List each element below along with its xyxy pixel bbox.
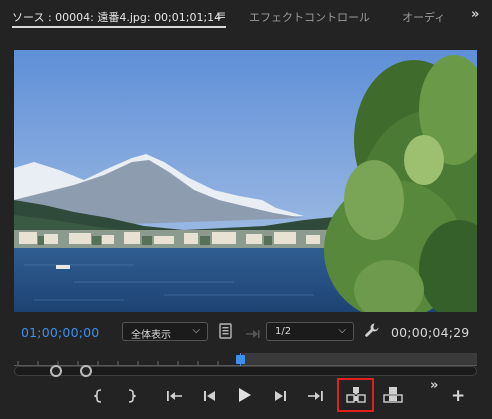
tab-effect-controls[interactable]: エフェクトコントロール [249, 9, 370, 25]
go-to-out-icon[interactable] [306, 388, 324, 407]
duration-timecode: 00;00;04;29 [391, 325, 470, 340]
panel-menu-icon[interactable]: ≡ [216, 8, 226, 22]
panel-tab-bar: ソース : 00004: 遠番4.jpg: 00;01;01;14 ≡ エフェク… [0, 0, 492, 34]
source-monitor-panel: ソース : 00004: 遠番4.jpg: 00;01;01;14 ≡ エフェク… [0, 0, 492, 419]
chevron-down-icon: ⌵ [338, 325, 346, 336]
export-frame-icon[interactable] [219, 323, 233, 343]
zoom-handle-left[interactable] [50, 365, 62, 377]
time-ruler[interactable] [14, 352, 477, 367]
active-tab-underline [12, 26, 226, 28]
zoom-level-dropdown[interactable]: 全体表示 ⌵ [122, 322, 208, 341]
tab-audio[interactable]: オーディ [402, 9, 445, 25]
mark-in-icon[interactable] [93, 388, 104, 407]
play-icon[interactable] [237, 386, 253, 408]
video-preview[interactable] [14, 50, 477, 312]
tab-source[interactable]: ソース : 00004: 遠番4.jpg: 00;01;01;14 [12, 9, 221, 25]
wrench-icon[interactable] [364, 322, 380, 342]
playback-resolution-dropdown[interactable]: 1/2 ⌵ [266, 322, 354, 341]
current-timecode[interactable]: 01;00;00;00 [21, 325, 99, 340]
more-tabs-icon[interactable]: » [471, 7, 479, 22]
overwrite-icon[interactable] [383, 386, 403, 408]
insert-button-highlight [337, 378, 374, 412]
go-to-in-icon[interactable] [166, 388, 184, 407]
playhead[interactable] [236, 352, 245, 366]
step-back-icon[interactable] [202, 388, 218, 407]
resolution-value: 1/2 [275, 326, 292, 337]
add-button-icon[interactable]: + [451, 386, 465, 406]
more-controls-icon[interactable]: » [430, 378, 438, 393]
chevron-down-icon: ⌵ [192, 325, 200, 336]
zoom-handle-right[interactable] [80, 365, 92, 377]
mark-out-icon[interactable] [126, 388, 137, 407]
step-forward-disabled-icon [245, 325, 261, 344]
landscape-image [14, 50, 477, 312]
zoom-level-value: 全体表示 [131, 330, 171, 341]
step-forward-icon[interactable] [272, 388, 288, 407]
